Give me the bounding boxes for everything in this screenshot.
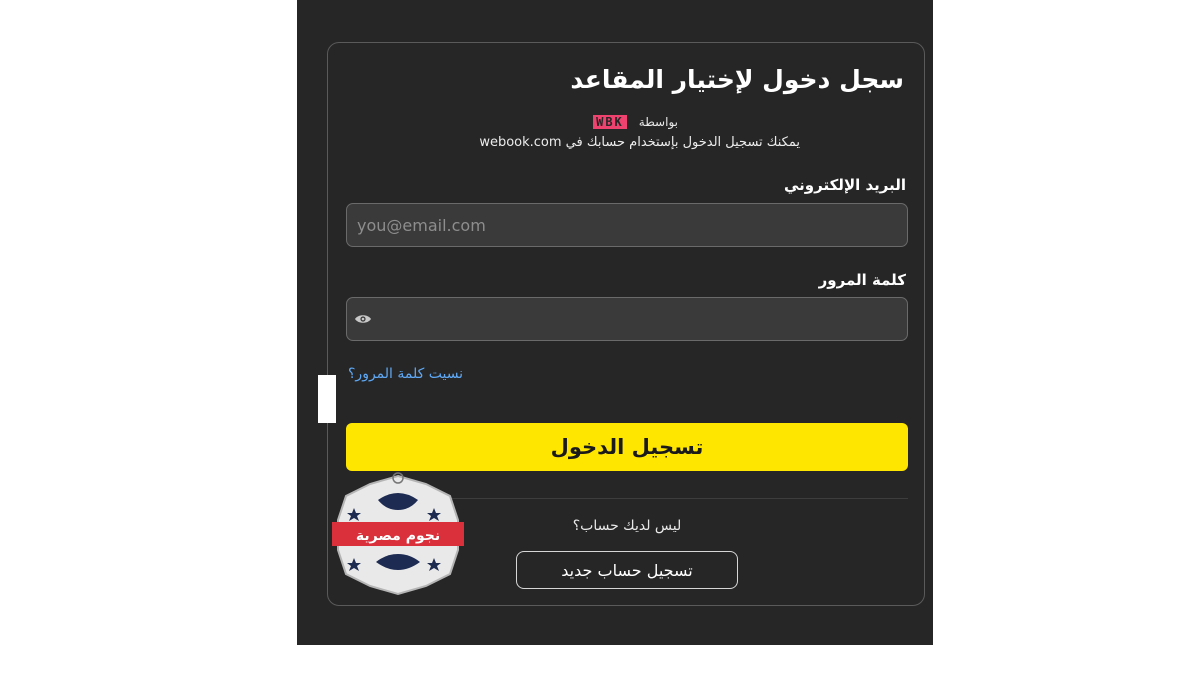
watermark-badge: نجوم مصرية (332, 472, 464, 596)
login-button[interactable]: تسجيل الدخول (346, 423, 908, 471)
by-label: بواسطة (638, 115, 678, 129)
watermark-text: نجوم مصرية (356, 528, 440, 544)
forgot-password-link[interactable]: نسيت كلمة المرور؟ (348, 366, 463, 382)
provided-by-row: بواسطة WBK (593, 115, 678, 129)
login-subtitle: يمكنك تسجيل الدخول بإستخدام حسابك في web… (479, 135, 800, 150)
password-label: كلمة المرور (818, 271, 906, 289)
email-field[interactable] (346, 203, 908, 247)
register-button[interactable]: تسجيل حساب جديد (516, 551, 738, 589)
page-title: سجل دخول لإختيار المقاعد (570, 65, 904, 94)
webook-logo: WBK (593, 115, 627, 129)
email-label: البريد الإلكتروني (784, 176, 906, 194)
white-marker (318, 375, 336, 423)
eye-icon[interactable] (354, 313, 372, 325)
password-field[interactable] (346, 297, 908, 341)
